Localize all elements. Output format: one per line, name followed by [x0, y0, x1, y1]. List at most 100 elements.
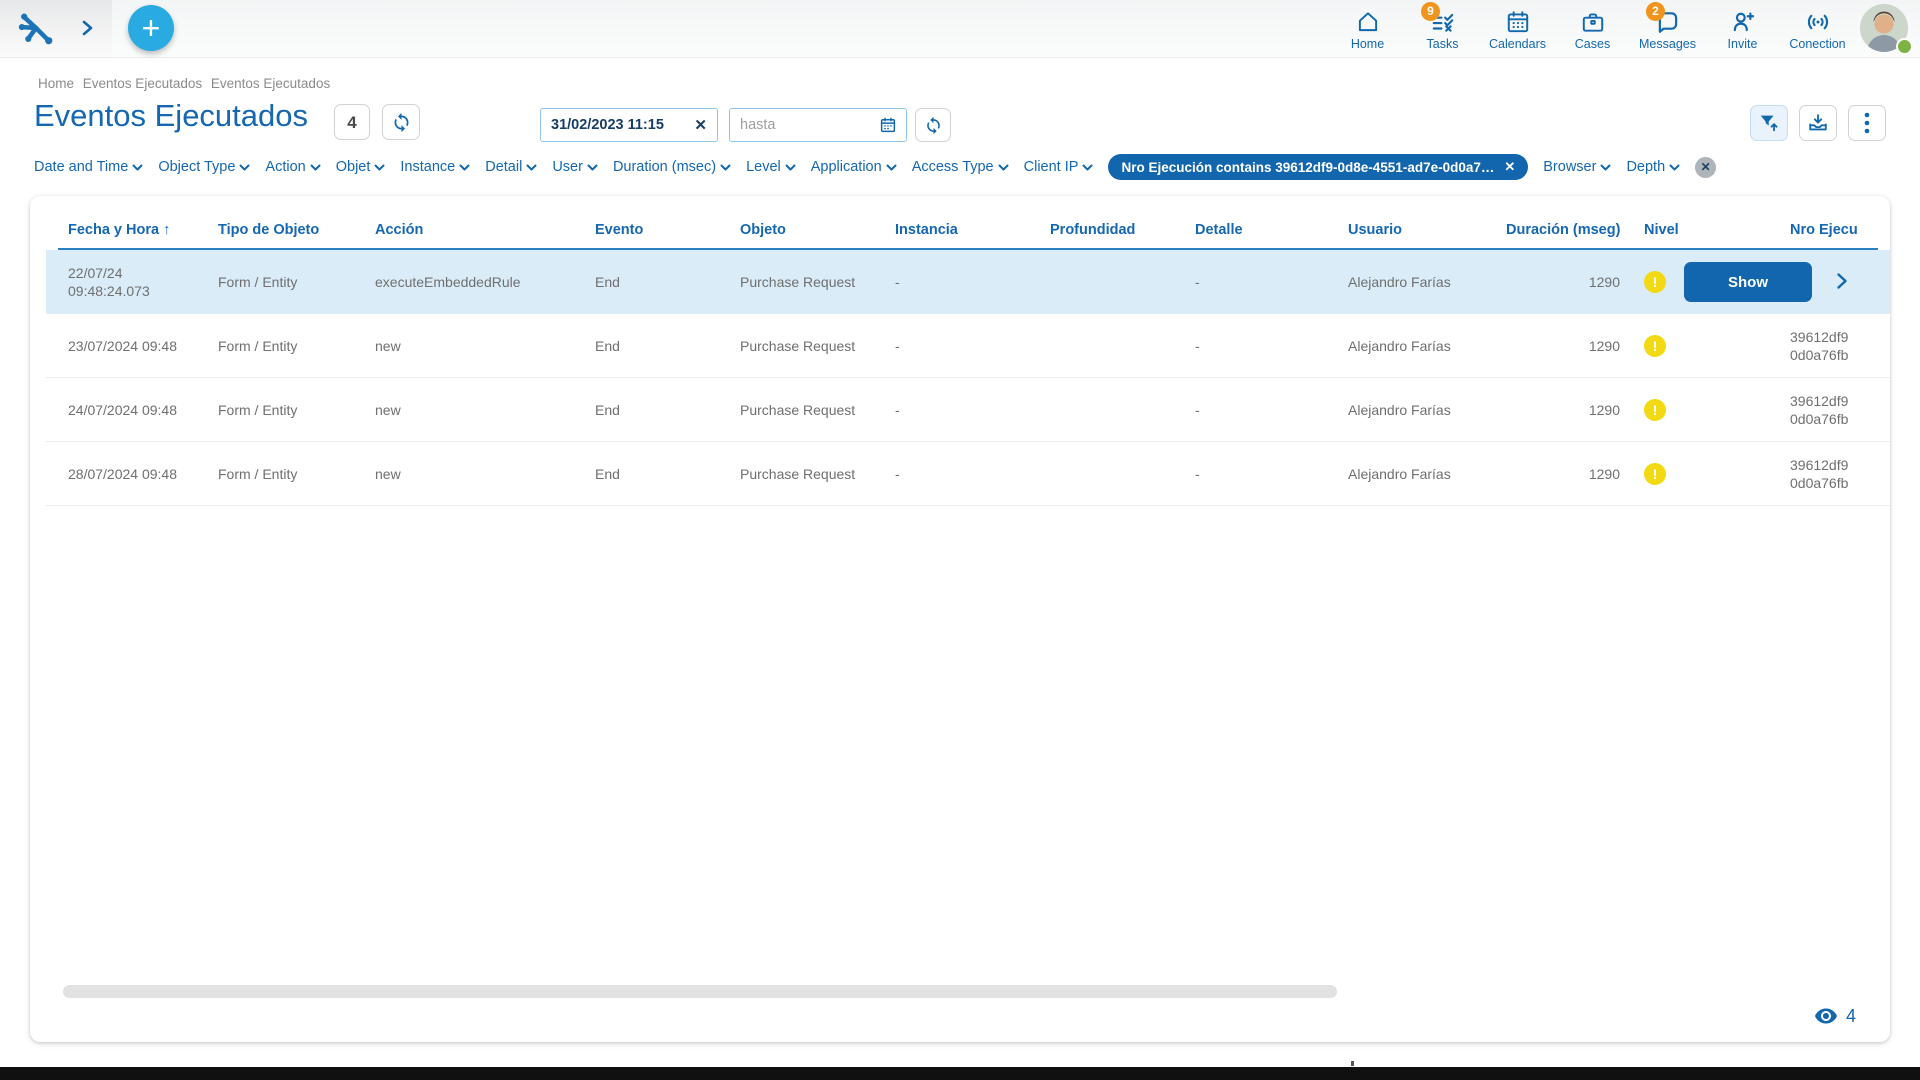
filter-dropdown-object-type[interactable]: Object Type — [158, 159, 250, 175]
filter-chip-label: Nro Ejecución contains 39612df9-0d8e-455… — [1121, 159, 1495, 175]
table-row[interactable]: 23/07/2024 09:48 Form / Entity new End P… — [46, 314, 1890, 378]
clear-all-filters-button[interactable]: ✕ — [1695, 156, 1717, 178]
breadcrumb-level1[interactable]: Eventos Ejecutados — [83, 76, 202, 91]
filter-dropdown-label: Action — [265, 159, 306, 175]
filter-dropdown-label: Browser — [1543, 159, 1597, 175]
filter-dropdown-detail[interactable]: Detail — [485, 159, 537, 175]
filter-dropdown-label: User — [552, 159, 583, 175]
app-logo-icon[interactable] — [16, 9, 56, 52]
date-from-field: ✕ — [540, 108, 718, 142]
sort-asc-icon: ↑ — [163, 222, 171, 238]
clear-date-icon[interactable]: ✕ — [684, 116, 717, 134]
signal-icon — [1805, 8, 1831, 35]
filter-dropdown-browser[interactable]: Browser — [1543, 159, 1611, 175]
filter-dropdown-instance[interactable]: Instance — [400, 159, 470, 175]
warning-level-icon: ! — [1644, 398, 1666, 421]
filter-dropdown-label: Client IP — [1023, 159, 1079, 175]
filter-dropdown-application[interactable]: Application — [811, 159, 897, 175]
filter-dropdown-label: Date and Time — [34, 159, 129, 175]
row-expand-chevron-icon[interactable] — [1836, 272, 1848, 295]
column-header-nivel[interactable]: Nivel — [1634, 222, 1790, 238]
nav-item-home[interactable]: Home — [1330, 0, 1405, 57]
date-to-field — [729, 108, 907, 142]
column-header-instancia[interactable]: Instancia — [895, 222, 1050, 238]
messages-badge: 2 — [1646, 2, 1665, 21]
tasks-badge: 9 — [1421, 2, 1440, 21]
breadcrumb: Home Eventos Ejecutados Eventos Ejecutad… — [38, 76, 335, 91]
nav-item-cases[interactable]: Cases — [1555, 0, 1630, 57]
refresh-dates-button[interactable] — [915, 108, 951, 142]
column-header-tipo[interactable]: Tipo de Objeto — [218, 222, 375, 238]
nav-item-conection[interactable]: Conection — [1780, 0, 1855, 57]
table-row[interactable]: 28/07/2024 09:48 Form / Entity new End P… — [46, 442, 1890, 506]
bottom-bar — [0, 1067, 1920, 1080]
show-button[interactable]: Show — [1684, 262, 1812, 302]
filter-dropdown-action[interactable]: Action — [265, 159, 321, 175]
visible-count-value: 4 — [1845, 1006, 1856, 1026]
nav-item-messages[interactable]: 2 Messages — [1630, 0, 1705, 57]
table-row[interactable]: 24/07/2024 09:48 Form / Entity new End P… — [46, 378, 1890, 442]
column-header-usuario[interactable]: Usuario — [1348, 222, 1506, 238]
column-header-detalle[interactable]: Detalle — [1195, 222, 1348, 238]
warning-level-icon: ! — [1644, 462, 1666, 485]
nav-item-invite[interactable]: Invite — [1705, 0, 1780, 57]
filter-toggle-button[interactable] — [1750, 105, 1788, 141]
filter-dropdown-objet[interactable]: Objet — [336, 159, 386, 175]
nav-item-tasks[interactable]: 9 Tasks — [1405, 0, 1480, 57]
column-header-accion[interactable]: Acción — [375, 222, 595, 238]
page-title: Eventos Ejecutados — [34, 98, 309, 133]
nav-item-calendars[interactable]: Calendars — [1480, 0, 1555, 57]
page-tick-mark — [1351, 1061, 1354, 1066]
horizontal-scrollbar[interactable] — [63, 985, 1337, 998]
column-header-fecha[interactable]: Fecha y Hora ↑ — [68, 222, 218, 238]
filter-dropdown-label: Duration (msec) — [612, 159, 717, 175]
filter-dropdown-label: Depth — [1626, 159, 1666, 175]
table-row[interactable]: 22/07/24 09:48:24.073 Form / Entity execu… — [46, 250, 1890, 314]
date-from-input[interactable] — [541, 117, 685, 133]
briefcase-icon — [1580, 8, 1606, 35]
date-to-input[interactable] — [730, 117, 870, 133]
more-options-button[interactable] — [1848, 105, 1886, 141]
eye-icon — [1814, 1008, 1838, 1025]
add-button[interactable]: + — [128, 5, 174, 51]
breadcrumb-home[interactable]: Home — [38, 76, 74, 91]
column-header-nro-ejecucion[interactable]: Nro Ejecu — [1790, 222, 1878, 238]
column-header-objeto[interactable]: Objeto — [740, 222, 895, 238]
refresh-button[interactable] — [382, 104, 420, 140]
record-count-badge: 4 — [334, 104, 370, 140]
column-header-evento[interactable]: Evento — [595, 222, 740, 238]
filter-dropdown-user[interactable]: User — [552, 159, 598, 175]
results-card: Fecha y Hora ↑ Tipo de Objeto Acción Even… — [30, 196, 1890, 1042]
column-header-profundidad[interactable]: Profundidad — [1050, 222, 1195, 238]
calendar-icon — [1505, 8, 1531, 35]
filter-dropdown-client-ip[interactable]: Client IP — [1024, 159, 1094, 175]
filter-dropdown-level[interactable]: Level — [746, 159, 796, 175]
topbar: + Home 9 Tasks Calendars Cases 2 Message… — [0, 0, 1920, 58]
filter-dropdown-label: Objet — [335, 159, 371, 175]
visible-count: 4 — [1814, 1006, 1856, 1027]
calendar-picker-icon[interactable] — [870, 116, 906, 134]
home-icon — [1355, 8, 1381, 35]
filter-dropdown-label: Application — [810, 159, 882, 175]
topbar-nav: Home 9 Tasks Calendars Cases 2 Messages … — [1330, 0, 1855, 57]
warning-level-icon: ! — [1644, 271, 1666, 293]
sidebar-expand-chevron-icon[interactable] — [82, 20, 93, 41]
online-status-dot — [1896, 38, 1913, 55]
warning-level-icon: ! — [1644, 334, 1666, 357]
filter-dropdown-date-and-time[interactable]: Date and Time — [34, 159, 143, 175]
filter-dropdown-label: Detail — [485, 159, 523, 175]
filter-dropdown-label: Access Type — [911, 159, 994, 175]
download-button[interactable] — [1799, 105, 1837, 141]
breadcrumb-level2[interactable]: Eventos Ejecutados — [211, 76, 330, 91]
column-header-duracion[interactable]: Duración (mseg) — [1506, 222, 1634, 238]
table-header-row: Fecha y Hora ↑ Tipo de Objeto Acción Even… — [58, 212, 1878, 250]
person-add-icon — [1730, 8, 1756, 35]
filter-dropdown-label: Object Type — [158, 159, 236, 175]
filter-dropdown-label: Instance — [400, 159, 456, 175]
filter-dropdown-label: Level — [746, 159, 781, 175]
filter-dropdown-access-type[interactable]: Access Type — [912, 159, 1009, 175]
filter-dropdown-duration-msec[interactable]: Duration (msec) — [613, 159, 731, 175]
chip-close-icon[interactable]: ✕ — [1504, 159, 1515, 175]
filter-chip-nro-ejecucion[interactable]: Nro Ejecución contains 39612df9-0d8e-455… — [1108, 154, 1529, 180]
filter-dropdown-depth[interactable]: Depth — [1626, 159, 1680, 175]
